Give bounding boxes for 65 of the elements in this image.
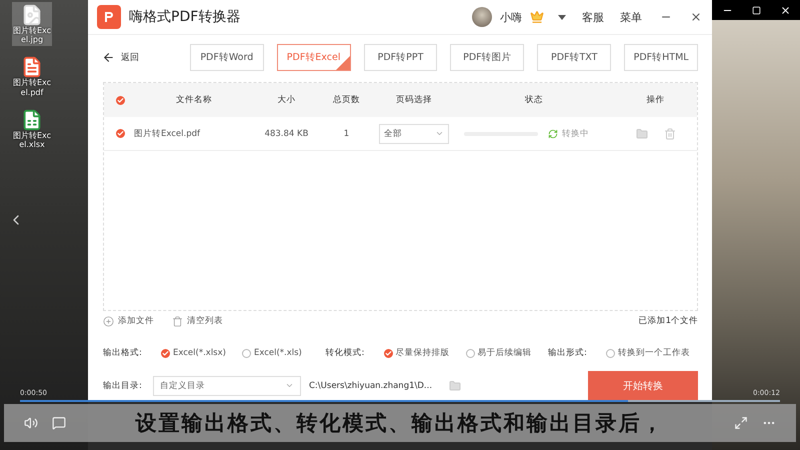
directory-select[interactable]: 自定义目录 (153, 376, 301, 396)
fullscreen-icon (734, 416, 748, 430)
output-path: C:\Users\zhiyuan.zhang1\D... (309, 380, 434, 390)
column-header: 大小 (276, 94, 296, 106)
page-count: 1 (342, 128, 350, 139)
caret-icon[interactable] (558, 14, 566, 20)
app-logo (97, 5, 121, 30)
page-range-select[interactable]: 全部 (379, 124, 449, 144)
tab[interactable]: PDF转HTML (624, 44, 698, 72)
column-header: 文件名称 (175, 94, 213, 106)
folder-icon (636, 128, 648, 140)
file-size: 483.84 KB (264, 128, 310, 139)
window-title: 嗨格式PDF转换器 (129, 8, 242, 26)
radio-label: Excel(*.xlsx) (173, 348, 226, 358)
header-link[interactable]: 菜单 (620, 10, 642, 25)
add-icon (103, 316, 114, 326)
radio-option[interactable]: 尽量保持排版 (384, 347, 450, 359)
column-header: 状态 (524, 94, 544, 106)
tab[interactable]: PDF转图片 (450, 44, 524, 72)
status-text: 转换中 (562, 128, 589, 140)
radio-option[interactable]: 易于后续编辑 (466, 347, 532, 359)
avatar[interactable] (472, 7, 492, 28)
select-all-checkbox[interactable] (116, 96, 125, 105)
arrow-left-icon (102, 51, 115, 64)
option-label: 转化模式: (326, 347, 366, 359)
close-icon (780, 4, 790, 16)
column-header: 总页数 (332, 94, 361, 106)
radio-button[interactable] (466, 348, 474, 358)
radio-label: 易于后续编辑 (478, 347, 532, 359)
add-file-button[interactable]: 添加文件 (103, 315, 154, 327)
option-label: 输出形式: (548, 347, 588, 359)
maximize-icon (752, 6, 760, 14)
refresh-icon (548, 128, 558, 139)
header-link[interactable]: 客服 (582, 10, 604, 25)
option-label: 输出格式: (103, 347, 143, 359)
trash-icon (664, 128, 676, 140)
column-header: 页码选择 (395, 94, 433, 106)
crown-icon (530, 10, 544, 24)
radio-label: Excel(*.xls) (254, 348, 302, 358)
user-name[interactable]: 小嗨 (500, 10, 522, 25)
file-name: 图片转Excel.pdf (134, 128, 202, 140)
radio-button[interactable] (161, 348, 170, 358)
file-count: 已添加1个文件 (638, 315, 698, 327)
clear-list-button[interactable]: 清空列表 (172, 315, 223, 327)
volume-icon (24, 416, 38, 430)
desktop-icon[interactable]: 图片转Excel.jpg (12, 2, 52, 46)
radio-option[interactable]: Excel(*.xlsx) (161, 348, 226, 358)
radio-button[interactable] (384, 348, 392, 358)
close-icon (690, 11, 702, 24)
caret-icon (285, 381, 294, 390)
folder-icon (449, 380, 461, 392)
radio-option[interactable]: Excel(*.xls) (242, 348, 302, 358)
radio-button[interactable] (606, 348, 615, 358)
subtitle: 设置输出格式、转化模式、输出格式和输出目录后， (134, 410, 666, 437)
trash-icon (172, 316, 183, 326)
radio-label: 尽量保持排版 (396, 347, 450, 359)
output-label: 输出目录: (103, 380, 143, 392)
subtitle-icon (52, 416, 66, 430)
column-header: 操作 (646, 94, 666, 106)
row-checkbox[interactable] (116, 129, 125, 138)
tab[interactable]: PDF转TXT (537, 44, 612, 72)
back-button[interactable]: 返回 (102, 51, 177, 64)
tab[interactable]: PDF转PPT (364, 44, 438, 72)
radio-button[interactable] (242, 348, 251, 358)
tab[interactable]: PDF转Word (190, 44, 264, 72)
